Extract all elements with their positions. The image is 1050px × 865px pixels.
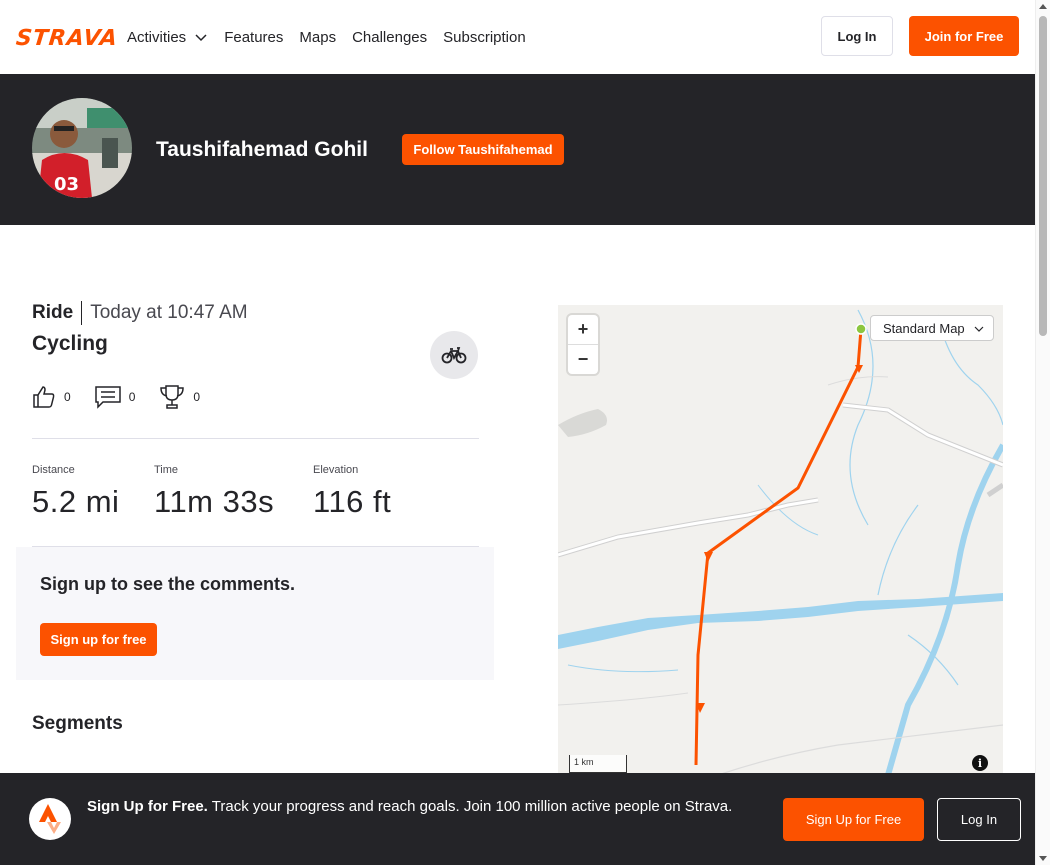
svg-text:03: 03 xyxy=(54,174,79,195)
map-canvas[interactable] xyxy=(558,305,1003,775)
nav-links: Activities Features Maps Challenges Subs… xyxy=(127,0,542,74)
trophy-icon xyxy=(160,385,185,409)
signup-free-button[interactable]: Sign up for free xyxy=(40,623,157,656)
kudos-row: 0 0 0 xyxy=(32,384,224,410)
comments-signup-title: Sign up to see the comments. xyxy=(40,574,296,594)
bicycle-icon xyxy=(441,347,467,364)
info-icon[interactable]: i xyxy=(972,755,988,771)
map-scale: 1 km xyxy=(569,755,627,773)
achievements-button[interactable]: 0 xyxy=(159,384,200,410)
map-style-label: Standard Map xyxy=(883,320,965,336)
signup-banner: Sign Up for Free. Track your progress an… xyxy=(0,773,1035,865)
nav-challenges[interactable]: Challenges xyxy=(352,29,427,46)
stat-time-value: 11m 33s xyxy=(154,484,275,519)
banner-login-button[interactable]: Log In xyxy=(937,798,1021,841)
strava-logo[interactable]: STRAVA xyxy=(15,26,120,51)
zoom-control: + − xyxy=(568,315,598,374)
stat-distance-label: Distance xyxy=(32,464,75,476)
chevron-down-icon xyxy=(974,326,984,332)
nav-maps[interactable]: Maps xyxy=(299,29,336,46)
stat-distance-value: 5.2 mi xyxy=(32,484,120,519)
thumbs-up-icon xyxy=(33,386,55,408)
stat-elevation-value: 116 ft xyxy=(313,484,392,519)
sport-badge xyxy=(430,331,478,379)
banner-message: Sign Up for Free. Track your progress an… xyxy=(87,796,757,818)
nav-activities[interactable]: Activities xyxy=(127,29,208,46)
banner-headline: Sign Up for Free. xyxy=(87,798,208,815)
top-navbar: STRAVA Activities Features Maps Challeng… xyxy=(0,0,1035,74)
map-style-select[interactable]: Standard Map xyxy=(870,315,994,341)
segments-heading: Segments xyxy=(32,713,123,734)
stat-elevation: Elevation 116 ft xyxy=(313,464,391,520)
banner-body: Track your progress and reach goals. Joi… xyxy=(211,798,733,815)
nav-subscription[interactable]: Subscription xyxy=(443,29,526,46)
scroll-down-arrow-icon[interactable] xyxy=(1039,856,1047,861)
scroll-thumb[interactable] xyxy=(1039,16,1047,336)
strava-app-icon xyxy=(29,798,71,840)
activity-name: Cycling xyxy=(32,332,108,355)
comments-signup-box: Sign up to see the comments. Sign up for… xyxy=(16,547,494,680)
comment-icon xyxy=(94,386,121,409)
avatar[interactable]: 03 xyxy=(32,98,132,198)
athlete-name[interactable]: Taushifahemad Gohil xyxy=(156,138,368,162)
stat-elevation-label: Elevation xyxy=(313,464,359,476)
achievements-count: 0 xyxy=(193,390,201,404)
stat-distance: Distance 5.2 mi xyxy=(32,464,119,520)
divider xyxy=(32,438,479,439)
chevron-down-icon xyxy=(195,34,207,42)
zoom-in-button[interactable]: + xyxy=(568,315,598,344)
activity-type-row: Ride Today at 10:47 AM xyxy=(32,301,248,325)
athlete-header: 03 Taushifahemad Gohil Follow Taushifahe… xyxy=(0,74,1035,225)
zoom-out-button[interactable]: − xyxy=(568,345,598,374)
kudos-count: 0 xyxy=(64,390,71,404)
stat-time-label: Time xyxy=(154,464,179,476)
banner-signup-button[interactable]: Sign Up for Free xyxy=(783,798,924,841)
activity-datetime: Today at 10:47 AM xyxy=(90,302,248,323)
route-map[interactable]: + − Standard Map 1 km i xyxy=(558,305,1003,775)
comments-button[interactable]: 0 xyxy=(94,385,136,409)
kudos-button[interactable]: 0 xyxy=(32,385,71,409)
stat-time: Time 11m 33s xyxy=(154,464,274,520)
join-button[interactable]: Join for Free xyxy=(909,16,1019,56)
comments-count: 0 xyxy=(128,390,136,404)
follow-button[interactable]: Follow Taushifahemad xyxy=(402,134,564,165)
page-scrollbar[interactable] xyxy=(1035,0,1050,865)
activity-type: Ride xyxy=(32,301,83,325)
scroll-up-arrow-icon[interactable] xyxy=(1039,4,1047,9)
nav-features[interactable]: Features xyxy=(224,29,283,46)
nav-activities-label: Activities xyxy=(127,28,187,46)
login-button[interactable]: Log In xyxy=(821,16,893,56)
